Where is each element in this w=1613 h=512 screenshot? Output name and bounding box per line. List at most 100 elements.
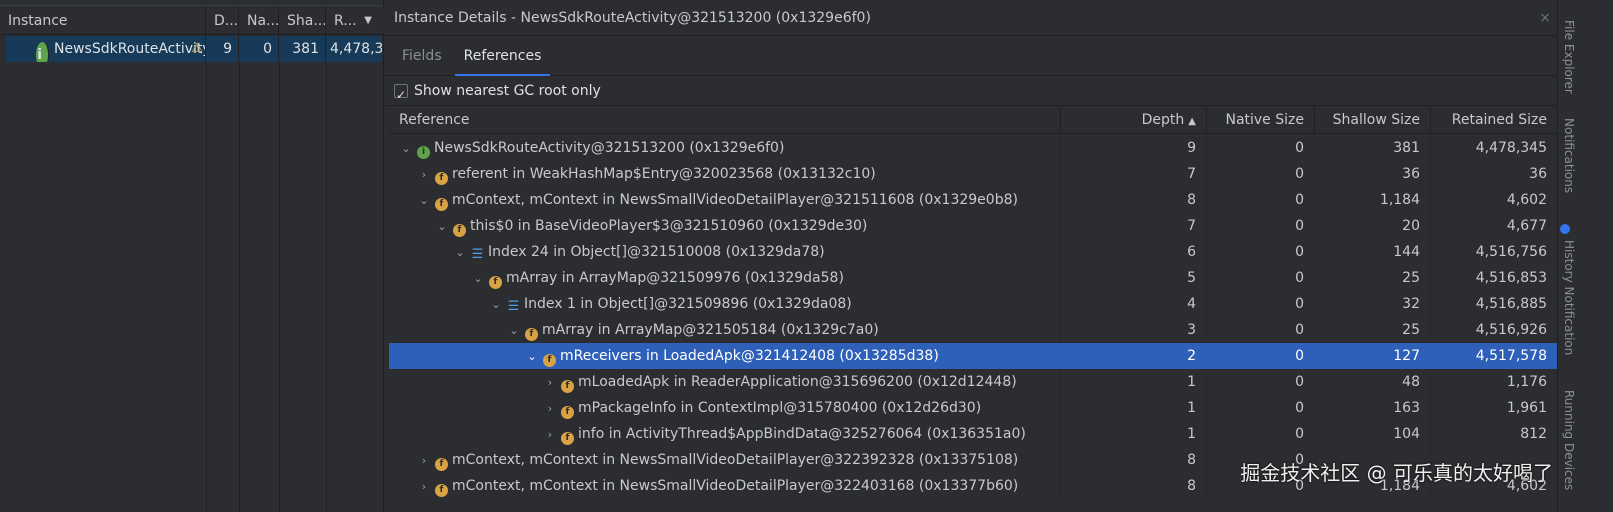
chevron-down-icon[interactable]: ⌄: [525, 344, 539, 369]
reference-label: mLoadedApk in ReaderApplication@31569620…: [578, 374, 1017, 390]
table-row[interactable]: › f mLoadedApk in ReaderApplication@315696…: [389, 369, 1557, 395]
sort-asc-icon: ▲: [1188, 116, 1196, 127]
tab-fields[interactable]: Fields: [393, 36, 451, 76]
chevron-right-icon[interactable]: ›: [543, 422, 557, 447]
header-retained[interactable]: R... ▼: [326, 7, 384, 35]
table-row[interactable]: ⌄ f mArray in ArrayMap@321505184 (0x1329c7…: [389, 317, 1557, 343]
header-depth[interactable]: D...: [206, 7, 239, 35]
header-reference[interactable]: Reference: [389, 107, 1061, 134]
chevron-right-icon[interactable]: ›: [417, 474, 431, 499]
retained-size-value: 812: [1520, 426, 1547, 442]
field-icon: f: [561, 432, 574, 445]
depth-value: 9: [1061, 135, 1207, 161]
reference-label: NewsSdkRouteActivity@321513200 (0x1329e6…: [434, 140, 785, 156]
field-icon: f: [489, 276, 502, 289]
reference-label: mContext, mContext in NewsSmallVideoDeta…: [452, 452, 1019, 468]
tab-references[interactable]: References: [454, 36, 551, 76]
chevron-down-icon[interactable]: ⌄: [507, 318, 521, 343]
watermark: 掘金技术社区 @ 可乐真的太好喝了: [1240, 461, 1553, 485]
reference-label: mArray in ArrayMap@321509976 (0x1329da58…: [506, 270, 844, 286]
chevron-right-icon[interactable]: ›: [543, 370, 557, 395]
depth-value: 7: [1061, 213, 1207, 239]
tool-running-devices[interactable]: Running Devices: [1562, 390, 1576, 490]
field-icon: f: [435, 458, 448, 471]
field-icon: f: [525, 328, 538, 341]
class-instance-icon: i: [417, 146, 430, 159]
header-native-size[interactable]: Native Size: [1207, 107, 1315, 134]
chevron-down-icon[interactable]: ⌄: [471, 266, 485, 291]
shallow-size-value: 25: [1315, 317, 1431, 343]
tool-file-explorer[interactable]: File Explorer: [1562, 20, 1576, 94]
header-shallow-size[interactable]: Shallow Size: [1315, 107, 1431, 134]
depth-value: 1: [1061, 395, 1207, 421]
shallow-size-value: 104: [1315, 421, 1431, 447]
tool-history-notification[interactable]: History Notification: [1562, 240, 1576, 355]
table-row[interactable]: › f info in ActivityThread$AppBindData@325…: [389, 421, 1557, 447]
references-table-header: Reference Depth ▲ Native Size Shallow Siz…: [389, 107, 1557, 134]
retained-size-value: 4,516,885: [1475, 296, 1547, 312]
instance-shallow: 381: [279, 36, 326, 62]
depth-value: 6: [1061, 239, 1207, 265]
gc-root-option[interactable]: Show nearest GC root only: [385, 76, 1557, 110]
reference-label: mReceivers in LoadedApk@321412408 (0x132…: [560, 348, 939, 364]
chevron-down-icon[interactable]: ⌄: [399, 136, 413, 161]
reference-label: info in ActivityThread$AppBindData@32527…: [578, 426, 1026, 442]
field-icon: f: [543, 354, 556, 367]
depth-value: 3: [1061, 317, 1207, 343]
table-row[interactable]: ⌄ i NewsSdkRouteActivity@321513200 (0x1329…: [389, 135, 1557, 161]
table-row-selected[interactable]: ⌄ f mReceivers in LoadedApk@321412408 (0x1…: [389, 343, 1557, 369]
depth-value: 2: [1061, 343, 1207, 369]
tool-window-strip: File Explorer Notifications History Noti…: [1557, 0, 1613, 512]
header-native[interactable]: Na...: [239, 7, 279, 35]
instance-name: NewsSdkRouteActivity: [54, 41, 206, 57]
chevron-right-icon[interactable]: ›: [417, 162, 431, 187]
table-row[interactable]: ⌄ f this$0 in BaseVideoPlayer$3@321510960 …: [389, 213, 1557, 239]
reference-label: referent in WeakHashMap$Entry@320023568 …: [452, 166, 876, 182]
reference-label: mContext, mContext in NewsSmallVideoDeta…: [452, 478, 1019, 494]
table-row[interactable]: ⌄ f mArray in ArrayMap@321509976 (0x1329da…: [389, 265, 1557, 291]
sort-desc-icon: ▼: [364, 15, 372, 26]
chevron-down-icon[interactable]: ⌄: [453, 240, 467, 265]
table-row[interactable]: ⌄ ☰ Index 24 in Object[]@321510008 (0x1329…: [389, 239, 1557, 265]
details-title-bar: Instance Details - NewsSdkRouteActivity@…: [385, 0, 1557, 36]
retained-size-value: 1,961: [1506, 400, 1547, 416]
header-depth[interactable]: Depth ▲: [1061, 107, 1207, 134]
reference-label: mContext, mContext in NewsSmallVideoDeta…: [452, 192, 1018, 208]
reference-label: Index 24 in Object[]@321510008 (0x1329da…: [488, 244, 825, 260]
reference-label: mPackageInfo in ContextImpl@315780400 (0…: [578, 400, 982, 416]
depth-value: 5: [1061, 265, 1207, 291]
chevron-right-icon[interactable]: ›: [417, 448, 431, 473]
shallow-size-value: 48: [1315, 369, 1431, 395]
table-row[interactable]: ⌄ f mContext, mContext in NewsSmallVideoDe…: [389, 187, 1557, 213]
table-row[interactable]: ⌄ ☰ Index 1 in Object[]@321509896 (0x1329d…: [389, 291, 1557, 317]
chevron-down-icon[interactable]: ⌄: [417, 188, 431, 213]
table-row[interactable]: › f mPackageInfo in ContextImpl@315780400 …: [389, 395, 1557, 421]
native-size-value: 0: [1207, 395, 1315, 421]
chevron-right-icon[interactable]: ›: [543, 396, 557, 421]
gc-root-checkbox[interactable]: [394, 80, 408, 110]
close-icon[interactable]: ×: [1539, 0, 1551, 36]
table-row[interactable]: › f referent in WeakHashMap$Entry@32002356…: [389, 161, 1557, 187]
panel-top-strip: [0, 0, 383, 6]
instance-panel: Instance D... Na... Sha... R... ▼ i NewsS…: [0, 0, 384, 512]
col-divider: [326, 62, 327, 512]
details-tabs: Fields References: [385, 36, 1557, 76]
depth-value: 4: [1061, 291, 1207, 317]
native-size-value: 0: [1207, 135, 1315, 161]
warning-icon: ⚠: [191, 41, 203, 56]
native-size-value: 0: [1207, 213, 1315, 239]
native-size-value: 0: [1207, 291, 1315, 317]
retained-size-value: 4,516,756: [1475, 244, 1547, 260]
header-instance[interactable]: Instance: [0, 7, 206, 35]
tool-notifications[interactable]: Notifications: [1562, 118, 1576, 193]
instance-row[interactable]: i NewsSdkRouteActivity ⚠ 9 0 381 4,478,3…: [6, 36, 382, 62]
header-retained-size[interactable]: Retained Size: [1431, 107, 1557, 134]
array-icon: ☰: [507, 299, 520, 314]
chevron-down-icon[interactable]: ⌄: [489, 292, 503, 317]
header-shallow[interactable]: Sha...: [279, 7, 326, 35]
chevron-down-icon[interactable]: ⌄: [435, 214, 449, 239]
instance-table-header: Instance D... Na... Sha... R... ▼: [0, 7, 384, 35]
reference-label: mArray in ArrayMap@321505184 (0x1329c7a0…: [542, 322, 879, 338]
native-size-value: 0: [1207, 239, 1315, 265]
class-instance-icon: i: [36, 42, 49, 62]
